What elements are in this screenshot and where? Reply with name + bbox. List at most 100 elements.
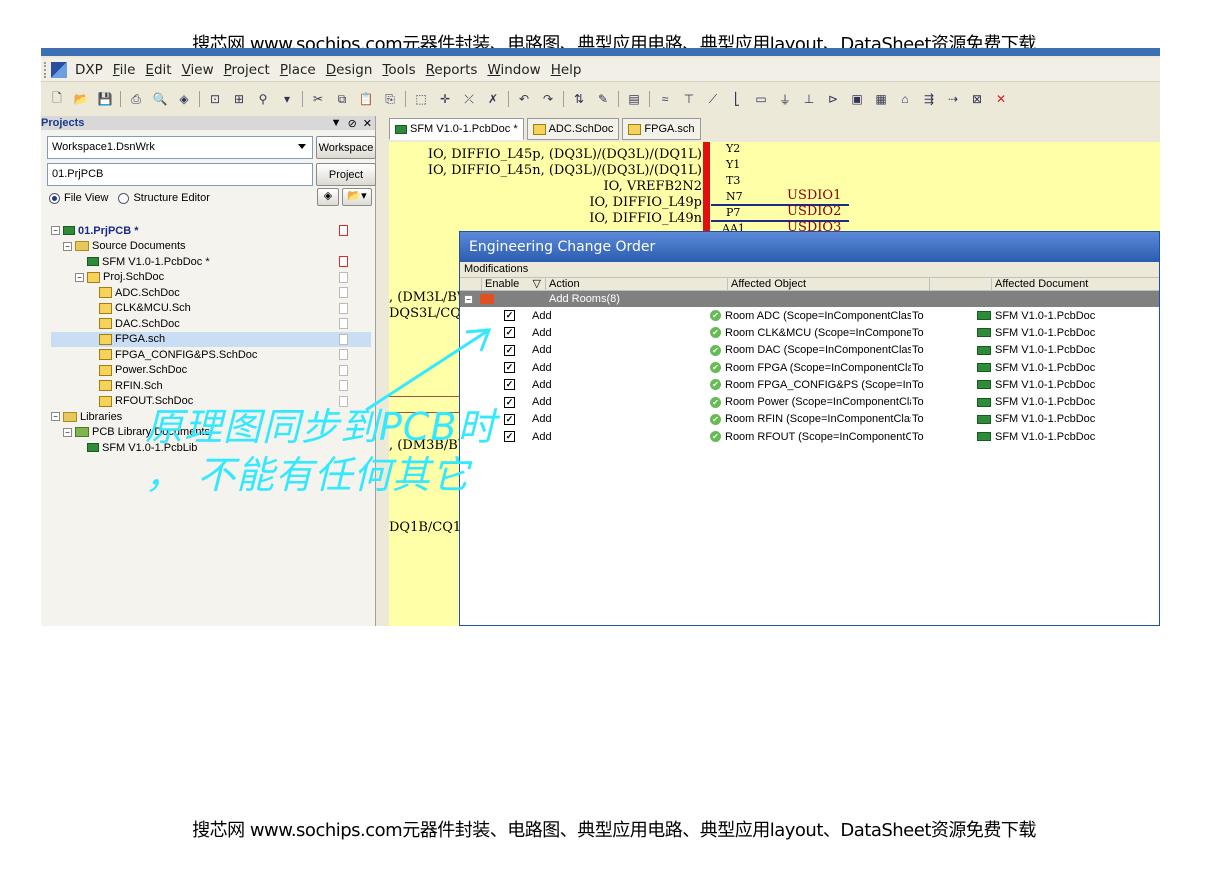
tree-item[interactable]: FPGA_CONFIG&PS.SchDoc bbox=[51, 347, 371, 363]
cross-probe-icon[interactable]: ✎ bbox=[593, 90, 613, 108]
menu-project[interactable]: Project bbox=[219, 62, 275, 78]
collapse-icon[interactable]: − bbox=[63, 241, 72, 251]
clear-filter-icon[interactable]: ✗ bbox=[483, 90, 503, 108]
open-icon[interactable]: 📂 bbox=[71, 90, 91, 108]
tree-item[interactable]: FPGA.sch bbox=[51, 331, 371, 347]
paste-icon[interactable]: 📋 bbox=[356, 90, 376, 108]
redo-icon[interactable]: ↷ bbox=[538, 90, 558, 108]
vcc-port-icon[interactable]: ⊥ bbox=[799, 90, 819, 108]
new-icon[interactable]: 🗋 bbox=[47, 90, 67, 108]
column-action[interactable]: Action bbox=[546, 278, 728, 290]
close-icon[interactable]: ✕ bbox=[363, 117, 372, 130]
undo-icon[interactable]: ↶ bbox=[514, 90, 534, 108]
tree-item[interactable]: − 01.PrjPCB * bbox=[51, 223, 371, 239]
project-button[interactable]: Project bbox=[316, 163, 376, 186]
tree-item[interactable]: − Source Documents bbox=[51, 239, 371, 255]
tree-item[interactable]: CLK&MCU.Sch bbox=[51, 301, 371, 317]
eco-row[interactable]: ✓ Add ✔ Room RFIN (Scope=InComponentClass To… bbox=[460, 411, 1159, 428]
save-icon[interactable]: 💾 bbox=[95, 90, 115, 108]
hierarchy-icon[interactable]: ⇅ bbox=[569, 90, 589, 108]
port-icon[interactable]: ⌂ bbox=[895, 90, 915, 108]
net-icon[interactable]: ▭ bbox=[751, 90, 771, 108]
group-row-add-rooms[interactable]: − Add Rooms(8) bbox=[460, 291, 1159, 307]
workspace-select[interactable]: Workspace1.DsnWrk bbox=[47, 136, 313, 159]
eco-row[interactable]: ✓ Add ✔ Room FPGA (Scope=InComponentClass To… bbox=[460, 359, 1159, 376]
no-erc-icon[interactable]: ⊠ bbox=[967, 90, 987, 108]
menu-view[interactable]: View bbox=[177, 62, 219, 78]
menu-file[interactable]: File bbox=[108, 62, 141, 78]
menu-reports[interactable]: Reports bbox=[421, 62, 483, 78]
collapse-icon[interactable]: − bbox=[51, 226, 60, 236]
eco-row[interactable]: ✓ Add ✔ Room RFOUT (Scope=InComponentCla To S… bbox=[460, 428, 1159, 445]
cut-icon[interactable]: ✂ bbox=[308, 90, 328, 108]
enable-checkbox[interactable]: ✓ bbox=[504, 431, 515, 443]
column-affected-object[interactable]: Affected Object bbox=[728, 278, 930, 290]
wire-icon[interactable]: ≈ bbox=[655, 90, 675, 108]
tree-item[interactable]: DAC.SchDoc bbox=[51, 316, 371, 332]
off-sheet-icon[interactable]: ⇢ bbox=[943, 90, 963, 108]
zoom-selected-icon[interactable]: ⚲ bbox=[253, 90, 273, 108]
tree-item[interactable]: ADC.SchDoc bbox=[51, 285, 371, 301]
eco-row[interactable]: ✓ Add ✔ Room CLK&MCU (Scope=InComponent To SF… bbox=[460, 324, 1159, 341]
column-affected-document[interactable]: Affected Document bbox=[992, 278, 1159, 290]
close-red-icon[interactable]: ✕ bbox=[991, 90, 1011, 108]
zoom-area-icon[interactable]: ⊞ bbox=[229, 90, 249, 108]
enable-checkbox[interactable]: ✓ bbox=[504, 344, 515, 356]
menu-place[interactable]: Place bbox=[275, 62, 321, 78]
select-area-icon[interactable]: ⬚ bbox=[411, 90, 431, 108]
bus-icon[interactable]: ⊤ bbox=[679, 90, 699, 108]
eco-row[interactable]: ✓ Add ✔ Room FPGA_CONFIG&PS (Scope=InCc To SF… bbox=[460, 376, 1159, 393]
panel-menu-icon[interactable]: ▼ bbox=[331, 117, 342, 130]
enable-checkbox[interactable]: ✓ bbox=[504, 362, 515, 374]
enable-checkbox[interactable]: ✓ bbox=[504, 327, 515, 339]
project-field[interactable]: 01.PrjPCB bbox=[47, 163, 313, 186]
rubber-stamp-icon[interactable]: ⎘ bbox=[380, 90, 400, 108]
place-part-icon[interactable]: ⊳ bbox=[823, 90, 843, 108]
collapse-icon[interactable]: − bbox=[63, 427, 72, 437]
net-label-icon[interactable]: ⎣ bbox=[727, 90, 747, 108]
layers-icon[interactable]: ◈ bbox=[174, 90, 194, 108]
column-enable[interactable]: Enable ▽ bbox=[482, 278, 546, 290]
collapse-icon[interactable]: − bbox=[75, 272, 84, 282]
bus-entry-icon[interactable]: ⟋ bbox=[703, 90, 723, 108]
eco-row[interactable]: ✓ Add ✔ Room Power (Scope=InComponentClas To… bbox=[460, 393, 1159, 410]
menu-edit[interactable]: Edit bbox=[140, 62, 176, 78]
tree-item[interactable]: Power.SchDoc bbox=[51, 363, 371, 379]
tab-pcbdoc[interactable]: SFM V1.0-1.PcbDoc * bbox=[389, 118, 524, 140]
tab-adc-schdoc[interactable]: ADC.SchDoc bbox=[526, 118, 620, 140]
structure-editor-radio[interactable] bbox=[118, 192, 130, 204]
menu-design[interactable]: Design bbox=[321, 62, 378, 78]
enable-checkbox[interactable]: ✓ bbox=[504, 413, 515, 425]
enable-checkbox[interactable]: ✓ bbox=[504, 379, 515, 391]
menu-tools[interactable]: Tools bbox=[377, 62, 420, 78]
file-view-radio[interactable] bbox=[49, 192, 60, 204]
enable-checkbox[interactable]: ✓ bbox=[504, 396, 515, 408]
tree-item[interactable]: − Proj.SchDoc bbox=[51, 270, 371, 286]
zoom-dropdown-icon[interactable]: ▾ bbox=[277, 90, 297, 108]
eco-row[interactable]: ✓ Add ✔ Room ADC (Scope=InComponentClass(To… bbox=[460, 307, 1159, 324]
eco-row[interactable]: ✓ Add ✔ Room DAC (Scope=InComponentClass(To… bbox=[460, 342, 1159, 359]
collapse-icon[interactable]: − bbox=[51, 412, 60, 422]
collapse-icon[interactable]: − bbox=[464, 294, 473, 304]
deselect-icon[interactable]: ⤫ bbox=[459, 90, 479, 108]
layers-toggle-icon[interactable]: ◈ bbox=[317, 188, 339, 206]
print-preview-icon[interactable]: 🔍 bbox=[150, 90, 170, 108]
workspace-button[interactable]: Workspace bbox=[316, 136, 376, 159]
filter-icon[interactable]: ▽ bbox=[533, 278, 541, 290]
menu-help[interactable]: Help bbox=[546, 62, 587, 78]
print-icon[interactable]: ⎙ bbox=[126, 90, 146, 108]
tree-item[interactable]: SFM V1.0-1.PcbDoc * bbox=[51, 254, 371, 270]
move-icon[interactable]: ✛ bbox=[435, 90, 455, 108]
pin-icon[interactable]: ⊘ bbox=[348, 117, 357, 130]
harness-icon[interactable]: ⇶ bbox=[919, 90, 939, 108]
tree-item[interactable]: RFIN.Sch bbox=[51, 378, 371, 394]
browse-library-icon[interactable]: ▤ bbox=[624, 90, 644, 108]
menu-dxp[interactable]: DXP bbox=[70, 62, 108, 78]
copy-icon[interactable]: ⧉ bbox=[332, 90, 352, 108]
tab-fpga-sch[interactable]: FPGA.sch bbox=[622, 118, 701, 140]
sheet-entry-icon[interactable]: ▦ bbox=[871, 90, 891, 108]
zoom-fit-icon[interactable]: ⊡ bbox=[205, 90, 225, 108]
folder-options-icon[interactable]: 📂▾ bbox=[342, 188, 372, 206]
menu-window[interactable]: Window bbox=[482, 62, 545, 78]
enable-checkbox[interactable]: ✓ bbox=[504, 310, 515, 322]
